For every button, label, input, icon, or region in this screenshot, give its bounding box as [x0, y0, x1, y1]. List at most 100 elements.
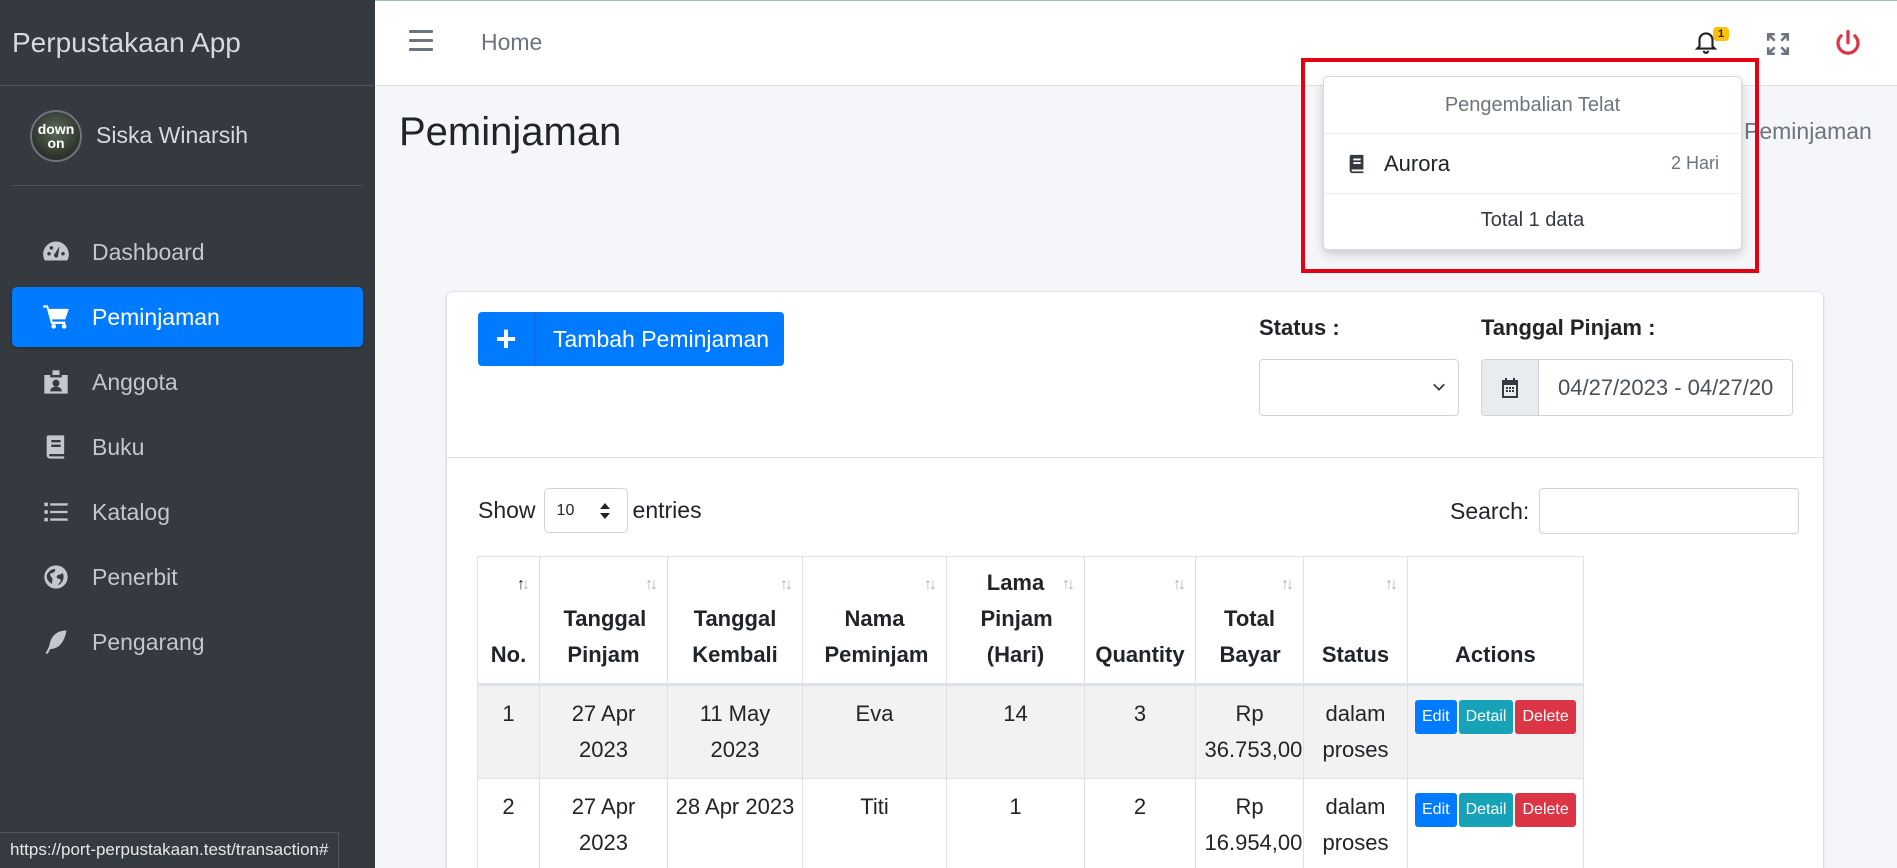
table-search: Search: — [1450, 488, 1800, 534]
table-row: 1 27 Apr 2023 11 May 2023 Eva 14 3 Rp 36… — [477, 684, 1584, 779]
sidebar-item-label: Dashboard — [92, 238, 205, 265]
cell-tanggal-kembali: 11 May 2023 — [667, 684, 803, 779]
cell-lama: 1 — [946, 778, 1085, 868]
chevron-down-icon — [1433, 383, 1445, 391]
col-actions: Actions — [1407, 556, 1584, 685]
cell-tanggal-pinjam: 27 Apr 2023 — [539, 778, 668, 868]
col-tanggal-pinjam[interactable]: ↑↓ Tanggal Pinjam — [539, 556, 668, 685]
entries-select[interactable]: 10 — [543, 488, 628, 533]
list-icon — [40, 498, 72, 526]
add-peminjaman-button[interactable]: + Tambah Peminjaman — [478, 312, 784, 366]
menu-toggle-icon[interactable] — [409, 30, 433, 52]
transactions-card: + Tambah Peminjaman Status : Tanggal Pin… — [447, 292, 1823, 868]
cell-no: 1 — [477, 684, 540, 779]
detail-button[interactable]: Detail — [1458, 793, 1514, 827]
notification-bell-icon[interactable]: 1 — [1693, 27, 1733, 63]
date-range-input[interactable]: 04/27/2023 - 04/27/20 — [1481, 359, 1793, 416]
user-panel: down on Siska Winarsih — [12, 86, 363, 186]
cell-actions: Edit Detail Delete — [1407, 684, 1584, 779]
entries-value: 10 — [556, 501, 575, 519]
page-title: Peminjaman — [399, 110, 622, 154]
id-badge-icon — [40, 368, 72, 396]
edit-button[interactable]: Edit — [1415, 793, 1457, 827]
sidebar-item-buku[interactable]: Buku — [12, 417, 363, 477]
sidebar: Perpustakaan App down on Siska Winarsih … — [0, 0, 375, 868]
card-header: + Tambah Peminjaman Status : Tanggal Pin… — [447, 292, 1823, 458]
sidebar-item-label: Buku — [92, 433, 145, 460]
book-icon — [1349, 154, 1364, 173]
logout-power-icon[interactable] — [1833, 29, 1863, 59]
add-button-label: Tambah Peminjaman — [553, 325, 770, 352]
status-select[interactable] — [1259, 359, 1459, 416]
transactions-table: ↑↓ No. ↑↓ Tanggal Pinjam ↑↓ Tanggal Kembali… — [477, 556, 1584, 868]
dropdown-footer[interactable]: Total 1 data — [1324, 194, 1741, 249]
dropdown-header: Pengembalian Telat — [1324, 77, 1741, 134]
cell-total: Rp 16.954,00 — [1195, 778, 1304, 868]
top-navbar: Home 1 — [375, 0, 1897, 86]
sidebar-item-katalog[interactable]: Katalog — [12, 482, 363, 542]
col-lama-pinjam[interactable]: ↑↓ Lama Pinjam (Hari) — [946, 556, 1085, 685]
sidebar-item-label: Penerbit — [92, 563, 178, 590]
sidebar-item-label: Katalog — [92, 498, 171, 525]
cell-no: 2 — [477, 778, 540, 868]
sidebar-item-penerbit[interactable]: Penerbit — [12, 547, 363, 607]
notification-time: 2 Hari — [1670, 153, 1719, 173]
sidebar-item-anggota[interactable]: Anggota — [12, 352, 363, 412]
status-label: Status : — [1259, 315, 1340, 340]
date-label: Tanggal Pinjam : — [1481, 315, 1656, 340]
edit-button[interactable]: Edit — [1415, 700, 1457, 734]
gauge-icon — [40, 238, 72, 266]
fullscreen-icon[interactable] — [1765, 31, 1791, 57]
table-row: 2 27 Apr 2023 28 Apr 2023 Titi 1 2 Rp 16… — [477, 778, 1584, 868]
cell-actions: Edit Detail Delete — [1407, 778, 1584, 868]
user-name[interactable]: Siska Winarsih — [96, 122, 248, 149]
cell-qty: 2 — [1084, 778, 1196, 868]
book-icon — [40, 433, 72, 461]
notification-title: Aurora — [1384, 150, 1451, 176]
sidebar-nav: Dashboard Peminjaman Anggota Buku Katalo… — [12, 222, 363, 677]
cell-total: Rp 36.753,00 — [1195, 684, 1304, 779]
breadcrumb-current: Peminjaman — [1744, 118, 1872, 144]
sort-arrows-icon — [599, 503, 610, 519]
col-quantity[interactable]: ↑↓ Quantity — [1084, 556, 1196, 685]
notification-dropdown: Pengembalian Telat Aurora 2 Hari Total 1… — [1323, 76, 1742, 250]
sidebar-item-label: Anggota — [92, 368, 178, 395]
brand-link[interactable]: Perpustakaan App — [0, 0, 375, 86]
notification-item[interactable]: Aurora 2 Hari — [1324, 134, 1741, 194]
col-tanggal-kembali[interactable]: ↑↓ Tanggal Kembali — [667, 556, 803, 685]
avatar[interactable]: down on — [30, 109, 82, 162]
plus-icon: + — [478, 312, 535, 366]
home-link[interactable]: Home — [481, 29, 542, 56]
cart-icon — [40, 303, 72, 331]
status-bar-url: https://port-perpustakaan.test/transacti… — [0, 832, 340, 868]
delete-button[interactable]: Delete — [1515, 700, 1576, 734]
cell-tanggal-kembali: 28 Apr 2023 — [667, 778, 803, 868]
cell-nama: Eva — [802, 684, 947, 779]
col-nama-peminjam[interactable]: ↑↓ Nama Peminjam — [802, 556, 947, 685]
entries-label: entries — [632, 497, 702, 523]
globe-icon — [40, 563, 72, 591]
cell-status: dalam proses — [1303, 684, 1408, 779]
detail-button[interactable]: Detail — [1458, 700, 1514, 734]
date-range-value: 04/27/2023 - 04/27/20 — [1558, 374, 1774, 400]
cell-nama: Titi — [802, 778, 947, 868]
calendar-icon[interactable] — [1482, 360, 1539, 415]
sidebar-item-label: Pengarang — [92, 628, 205, 655]
sidebar-item-label: Peminjaman — [92, 303, 220, 330]
col-status[interactable]: ↑↓ Status — [1303, 556, 1408, 685]
delete-button[interactable]: Delete — [1515, 793, 1576, 827]
sidebar-item-dashboard[interactable]: Dashboard — [12, 222, 363, 282]
sidebar-item-pengarang[interactable]: Pengarang — [12, 612, 363, 672]
show-entries: Show 10 entries — [478, 488, 702, 533]
table-header-row: ↑↓ No. ↑↓ Tanggal Pinjam ↑↓ Tanggal Kembali… — [477, 556, 1584, 685]
notification-badge: 1 — [1713, 27, 1730, 41]
cell-qty: 3 — [1084, 684, 1196, 779]
search-input[interactable] — [1539, 488, 1800, 534]
cell-lama: 14 — [946, 684, 1085, 779]
feather-icon — [40, 628, 72, 656]
cell-tanggal-pinjam: 27 Apr 2023 — [539, 684, 668, 779]
col-total-bayar[interactable]: ↑↓ Total Bayar — [1195, 556, 1304, 685]
sidebar-item-peminjaman[interactable]: Peminjaman — [12, 287, 363, 347]
show-label: Show — [478, 497, 536, 523]
col-no[interactable]: ↑↓ No. — [477, 556, 540, 685]
